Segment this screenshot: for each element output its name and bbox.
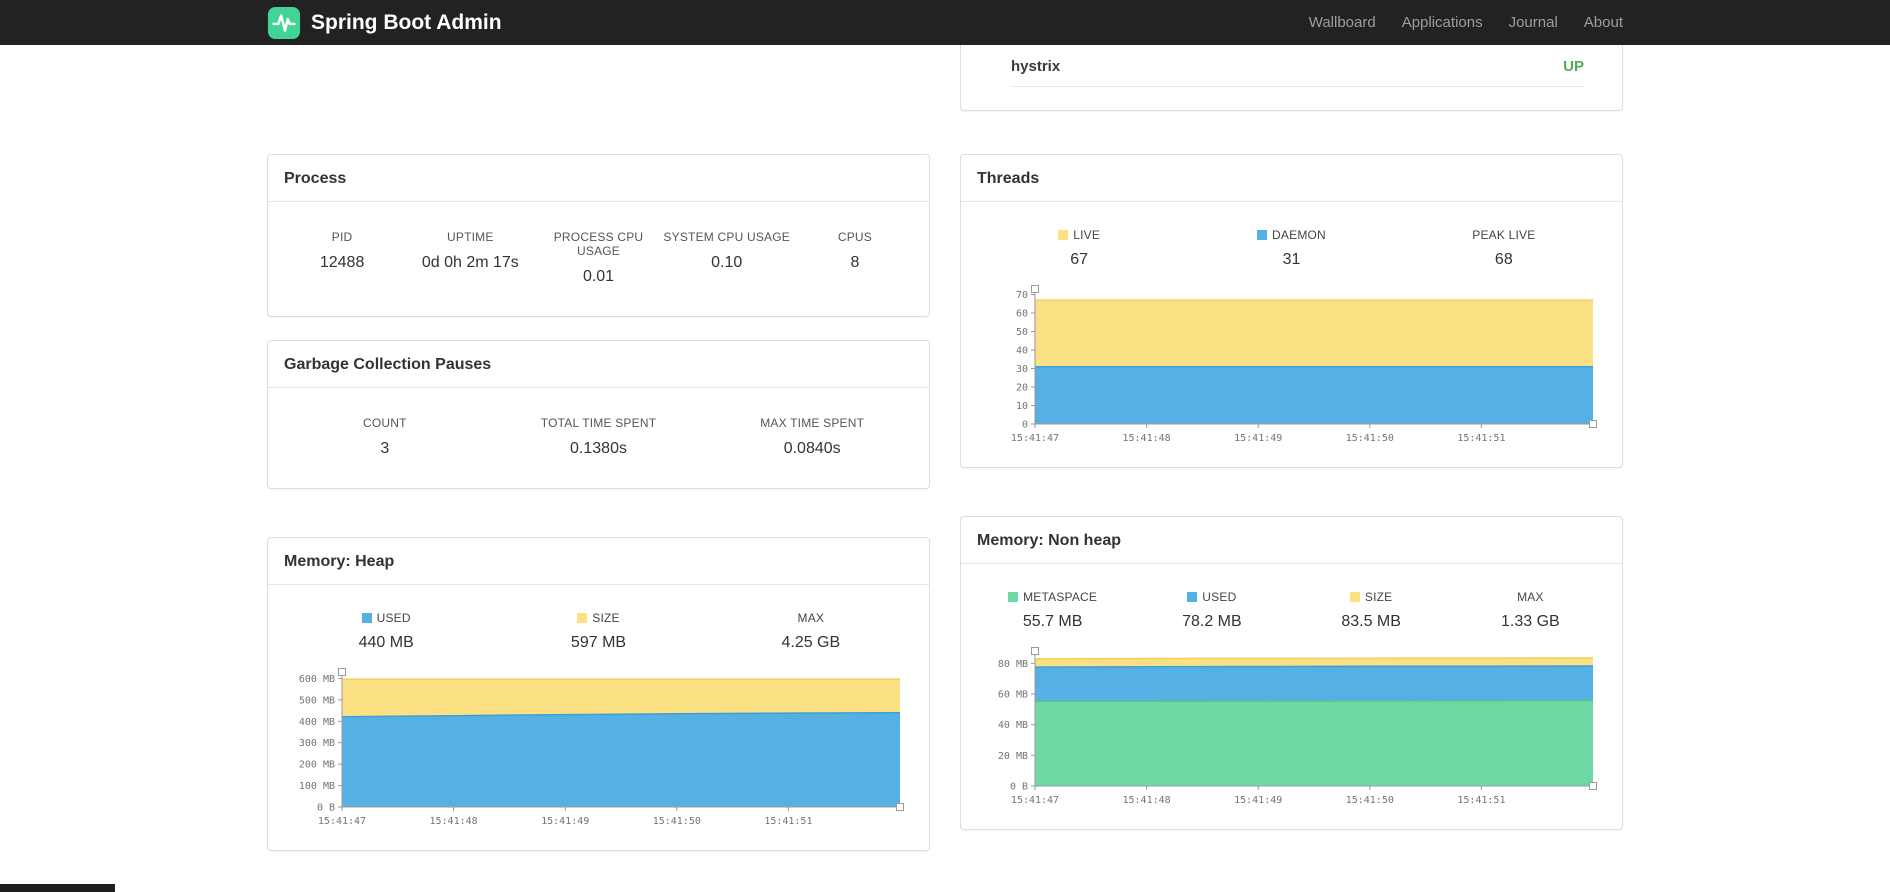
stat-process-cpu: PROCESS CPU USAGE 0.01	[553, 230, 644, 285]
svg-text:15:41:47: 15:41:47	[318, 816, 366, 827]
process-card: Process PID 12488 UPTIME 0d 0h 2m 17s PR…	[267, 154, 930, 317]
svg-text:15:41:50: 15:41:50	[1346, 795, 1394, 806]
brand-title: Spring Boot Admin	[311, 10, 502, 34]
svg-text:80 MB: 80 MB	[998, 659, 1028, 670]
svg-text:15:41:48: 15:41:48	[1123, 795, 1171, 806]
legend-item-size: SIZE 83.5 MB	[1341, 590, 1401, 630]
memory-heap-card: Memory: Heap USED 440 MB SIZE 597 MB MAX	[267, 537, 930, 851]
memory-heap-card-title: Memory: Heap	[268, 538, 929, 585]
svg-text:200 MB: 200 MB	[299, 760, 335, 771]
svg-text:60: 60	[1016, 309, 1028, 320]
service-name: hystrix	[1011, 58, 1061, 75]
process-stats: PID 12488 UPTIME 0d 0h 2m 17s PROCESS CP…	[268, 202, 929, 316]
gc-card-title: Garbage Collection Pauses	[268, 341, 929, 388]
memory-heap-legend: USED 440 MB SIZE 597 MB MAX 4.25 GB	[268, 585, 929, 652]
health-row[interactable]: hystrix UP	[1011, 45, 1584, 87]
svg-text:15:41:49: 15:41:49	[541, 816, 589, 827]
legend-item-metaspace: METASPACE 55.7 MB	[973, 590, 1132, 631]
right-column: hystrix UP Threads LIVE 67 DAEMON 31 PEA…	[960, 45, 1623, 851]
legend-swatch	[577, 613, 588, 623]
footer-bar-partial	[0, 884, 115, 892]
svg-text:15:41:50: 15:41:50	[1346, 433, 1394, 444]
stat-system-cpu: SYSTEM CPU USAGE 0.10	[663, 230, 790, 271]
legend-swatch	[1349, 592, 1360, 602]
process-card-title: Process	[268, 155, 929, 202]
svg-text:300 MB: 300 MB	[299, 738, 335, 749]
nav-item-journal[interactable]: Journal	[1509, 14, 1558, 31]
legend-item-daemon: DAEMON 31	[1185, 228, 1397, 269]
svg-text:100 MB: 100 MB	[299, 781, 335, 792]
legend-swatch	[1008, 592, 1019, 602]
stat-gc-max-time: MAX TIME SPENT 0.0840s	[760, 416, 865, 457]
legend-swatch	[1257, 230, 1268, 240]
legend-item-live: LIVE 67	[973, 228, 1185, 269]
nav-item-about[interactable]: About	[1584, 14, 1623, 31]
legend-item-used: USED 78.2 MB	[1182, 590, 1242, 630]
legend-swatch	[1058, 230, 1069, 240]
svg-text:15:41:47: 15:41:47	[1011, 795, 1059, 806]
svg-text:500 MB: 500 MB	[299, 695, 335, 706]
threads-chart: 0 10 20 30 40 50 60 70 15:41:47 15:41:48 15:41:49 1…	[961, 269, 1622, 467]
heap-chart: 0 B 100 MB 200 MB 300 MB 400 MB 500 MB 600 MB 1…	[268, 652, 929, 850]
svg-text:400 MB: 400 MB	[299, 717, 335, 728]
svg-text:70: 70	[1016, 290, 1028, 301]
stat-cpus: CPUS 8	[837, 230, 872, 271]
brand-link[interactable]: Spring Boot Admin	[267, 6, 502, 40]
threads-card: Threads LIVE 67 DAEMON 31 PEAK LIVE 68 0…	[960, 154, 1623, 468]
svg-text:15:41:51: 15:41:51	[1457, 433, 1505, 444]
svg-text:30: 30	[1016, 364, 1028, 375]
memory-nonheap-card: Memory: Non heap METASPACE 55.7 MB USED …	[960, 516, 1623, 830]
nav-item-wallboard[interactable]: Wallboard	[1309, 14, 1376, 31]
svg-text:15:41:48: 15:41:48	[430, 816, 478, 827]
svg-text:20: 20	[1016, 383, 1028, 394]
stat-gc-total-time: TOTAL TIME SPENT 0.1380s	[540, 416, 657, 457]
svg-text:15:41:47: 15:41:47	[1011, 433, 1059, 444]
svg-text:40: 40	[1016, 346, 1028, 357]
svg-text:0 B: 0 B	[1010, 782, 1028, 793]
svg-text:15:41:49: 15:41:49	[1234, 795, 1282, 806]
legend-item-max: MAX 1.33 GB	[1501, 590, 1560, 630]
svg-text:15:41:50: 15:41:50	[653, 816, 701, 827]
legend-item-peak-live: PEAK LIVE 68	[1472, 228, 1536, 268]
gc-card: Garbage Collection Pauses COUNT 3 TOTAL …	[267, 340, 930, 489]
memory-nonheap-card-title: Memory: Non heap	[961, 517, 1622, 564]
svg-text:15:41:51: 15:41:51	[764, 816, 812, 827]
legend-item-max: MAX 4.25 GB	[781, 611, 841, 651]
legend-swatch	[361, 613, 372, 623]
legend-item-used: USED 440 MB	[358, 611, 414, 651]
status-badge: UP	[1563, 58, 1584, 75]
svg-text:0 B: 0 B	[317, 803, 335, 814]
gc-stats: COUNT 3 TOTAL TIME SPENT 0.1380s MAX TIM…	[268, 388, 929, 488]
svg-text:10: 10	[1016, 401, 1028, 412]
svg-text:20 MB: 20 MB	[998, 751, 1028, 762]
health-card: hystrix UP	[960, 45, 1623, 111]
legend-item-size: SIZE 597 MB	[570, 611, 627, 651]
stat-pid: PID 12488	[319, 230, 365, 271]
nav-item-applications[interactable]: Applications	[1402, 14, 1483, 31]
threads-card-title: Threads	[961, 155, 1622, 202]
legend-swatch	[1187, 592, 1198, 602]
threads-legend: LIVE 67 DAEMON 31 PEAK LIVE 68	[961, 202, 1622, 269]
svg-text:50: 50	[1016, 327, 1028, 338]
svg-text:40 MB: 40 MB	[998, 720, 1028, 731]
nav-links: Wallboard Applications Journal About	[1309, 14, 1623, 31]
nonheap-chart: 0 B 20 MB 40 MB 60 MB 80 MB 15:41:47 15:41:48 1…	[961, 631, 1622, 829]
navbar: Spring Boot Admin Wallboard Applications…	[0, 0, 1890, 45]
svg-text:15:41:51: 15:41:51	[1457, 795, 1505, 806]
brand-logo-icon	[267, 6, 301, 40]
stat-gc-count: COUNT 3	[363, 416, 407, 457]
svg-text:0: 0	[1022, 420, 1028, 431]
memory-nonheap-legend: METASPACE 55.7 MB USED 78.2 MB SIZE 83.5…	[961, 564, 1622, 631]
stat-uptime: UPTIME 0d 0h 2m 17s	[421, 230, 519, 271]
main-content: Process PID 12488 UPTIME 0d 0h 2m 17s PR…	[267, 45, 1623, 851]
svg-text:15:41:49: 15:41:49	[1234, 433, 1282, 444]
svg-text:60 MB: 60 MB	[998, 689, 1028, 700]
left-column: Process PID 12488 UPTIME 0d 0h 2m 17s PR…	[267, 45, 930, 851]
svg-text:600 MB: 600 MB	[299, 674, 335, 685]
svg-text:15:41:48: 15:41:48	[1123, 433, 1171, 444]
navbar-container: Spring Boot Admin Wallboard Applications…	[267, 6, 1623, 40]
